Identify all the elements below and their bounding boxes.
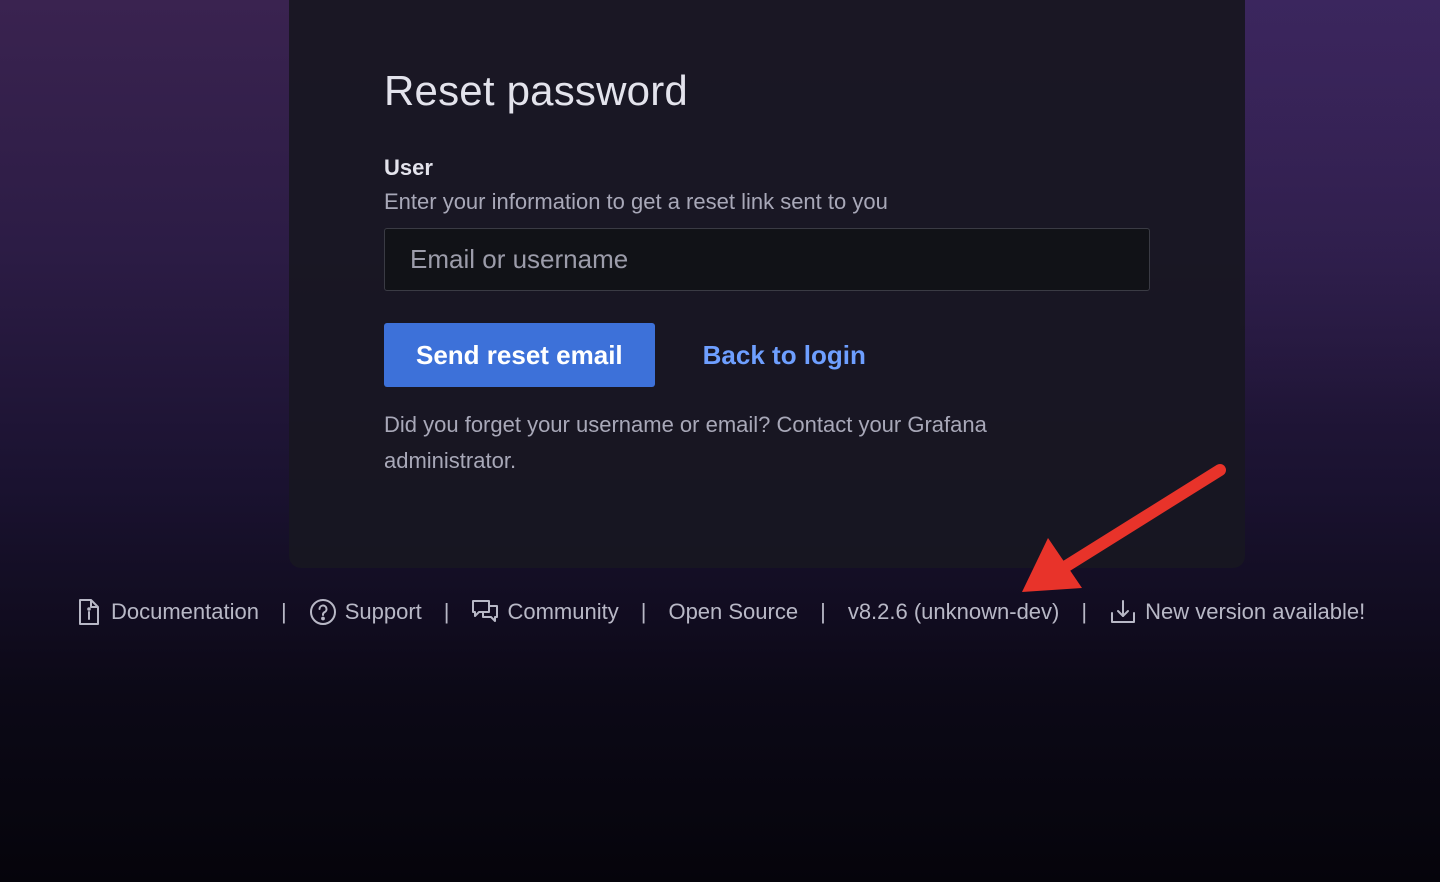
help-text: Did you forget your username or email? C… (384, 412, 987, 473)
footer-version: v8.2.6 (unknown-dev) (848, 599, 1060, 625)
footer-separator: | (280, 599, 287, 624)
download-alt-icon (1109, 598, 1137, 626)
footer-separator: | (1081, 599, 1088, 624)
reset-password-form: Reset password User Enter your informati… (384, 66, 1150, 479)
footer-support-label: Support (344, 599, 422, 624)
document-info-icon (75, 598, 103, 626)
footer-documentation-label: Documentation (111, 599, 259, 624)
background-glow (1240, 0, 1440, 420)
footer-new-version-link[interactable]: New version available! (1109, 598, 1365, 626)
email-or-username-input[interactable] (384, 228, 1150, 291)
footer-community-link[interactable]: Community (471, 598, 619, 626)
footer-separator: | (820, 599, 826, 624)
footer-support-link[interactable]: Support (309, 598, 422, 626)
user-field-label: User (384, 155, 433, 180)
send-reset-email-button[interactable]: Send reset email (384, 323, 655, 387)
form-actions: Send reset email Back to login (384, 323, 1150, 387)
back-to-login-link[interactable]: Back to login (703, 340, 866, 371)
page-title: Reset password (384, 67, 688, 114)
user-field-description: Enter your information to get a reset li… (384, 189, 888, 214)
footer-open-source-label: Open Source (668, 599, 799, 624)
footer-open-source-link[interactable]: Open Source (668, 599, 798, 625)
footer-separator: | (443, 599, 450, 624)
footer-separator: | (640, 599, 647, 624)
footer-community-label: Community (507, 599, 619, 624)
footer-links: Documentation | Support | Community | Op… (75, 598, 1365, 626)
comments-icon (471, 598, 499, 626)
reset-password-card: Reset password User Enter your informati… (289, 0, 1245, 568)
footer-new-version-label: New version available! (1145, 599, 1366, 624)
footer-version-label: v8.2.6 (unknown-dev) (847, 599, 1060, 624)
footer-documentation-link[interactable]: Documentation (75, 598, 259, 626)
question-circle-icon (309, 598, 337, 626)
